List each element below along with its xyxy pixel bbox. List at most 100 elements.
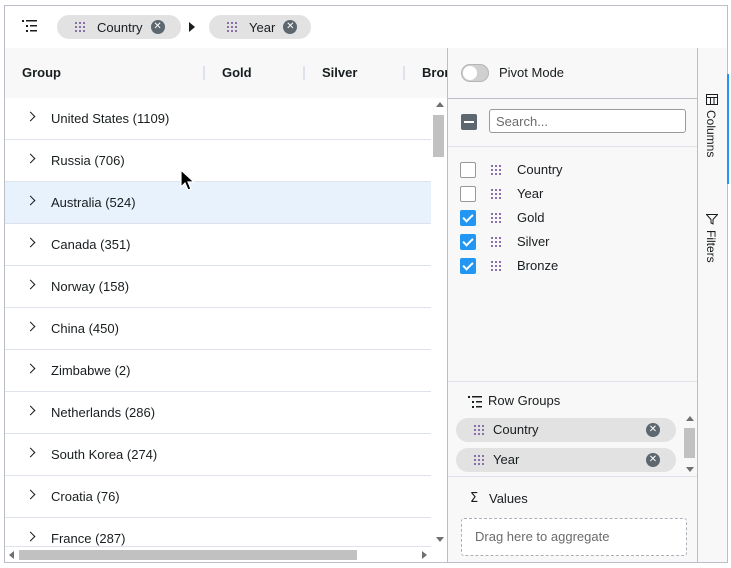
row-groups-section: Row Groups Country ✕ Year ✕	[448, 381, 697, 477]
header-gold[interactable]: Gold	[222, 48, 252, 98]
remove-icon[interactable]: ✕	[646, 453, 660, 467]
drag-handle-icon[interactable]	[491, 165, 503, 175]
chevron-right-icon[interactable]	[25, 237, 36, 248]
chevron-right-icon[interactable]	[25, 405, 36, 416]
row-group-chip-label: Year	[493, 452, 520, 467]
select-all-checkbox[interactable]	[461, 114, 477, 130]
table-row[interactable]: Netherlands (286)	[5, 392, 431, 434]
data-grid: Country ✕ Year ✕ Group Gold Silver Bronz…	[4, 5, 729, 563]
table-row[interactable]: Zimbabwe (2)	[5, 350, 431, 392]
drag-handle-icon[interactable]	[491, 261, 503, 271]
header-resize-handle[interactable]	[403, 66, 405, 80]
table-row[interactable]: Croatia (76)	[5, 476, 431, 518]
column-item-bronze[interactable]: Bronze	[448, 254, 697, 278]
horizontal-scrollbar[interactable]	[5, 546, 431, 562]
scroll-down-icon[interactable]	[436, 537, 444, 542]
scroll-right-icon[interactable]	[422, 551, 427, 559]
pivot-mode-toggle[interactable]	[461, 64, 489, 82]
scroll-thumb[interactable]	[433, 115, 444, 157]
column-label: Silver	[517, 234, 550, 249]
chevron-right-icon[interactable]	[25, 321, 36, 332]
table-row[interactable]: United States (1109)	[5, 98, 431, 140]
remove-icon[interactable]: ✕	[150, 20, 165, 34]
chevron-right-icon[interactable]	[25, 111, 36, 122]
table-row[interactable]: China (450)	[5, 308, 431, 350]
row-group-chip-country[interactable]: Country ✕	[456, 418, 676, 442]
column-checkbox[interactable]	[460, 210, 476, 226]
column-item-silver[interactable]: Silver	[448, 230, 697, 254]
drag-handle-icon[interactable]	[474, 425, 486, 435]
scroll-up-icon[interactable]	[686, 416, 694, 421]
values-title: Values	[489, 491, 528, 506]
scroll-left-icon[interactable]	[9, 551, 14, 559]
row-group-label: Croatia (76)	[51, 489, 120, 504]
column-item-country[interactable]: Country	[448, 158, 697, 182]
column-search-input[interactable]	[489, 109, 686, 133]
chevron-right-icon[interactable]	[25, 489, 36, 500]
drag-handle-icon[interactable]	[474, 455, 486, 465]
vertical-scrollbar[interactable]	[431, 98, 447, 546]
scroll-down-icon[interactable]	[686, 467, 694, 472]
row-group-chip-label: Country	[493, 422, 539, 437]
drag-handle-icon[interactable]	[75, 22, 87, 32]
tab-columns[interactable]: Columns	[698, 74, 729, 184]
chevron-right-icon[interactable]	[25, 153, 36, 164]
table-row[interactable]: France (287)	[5, 518, 431, 546]
chevron-right-icon[interactable]	[25, 531, 36, 542]
drag-handle-icon[interactable]	[491, 237, 503, 247]
header-group[interactable]: Group	[22, 48, 61, 98]
group-chip-country[interactable]: Country ✕	[57, 15, 181, 39]
column-select-header	[448, 98, 697, 147]
group-chip-label: Country	[97, 19, 143, 35]
scroll-up-icon[interactable]	[436, 102, 444, 107]
header-resize-handle[interactable]	[203, 66, 205, 80]
column-checkbox[interactable]	[460, 234, 476, 250]
row-group-label: Australia (524)	[51, 195, 136, 210]
row-group-label: France (287)	[51, 531, 126, 546]
column-item-gold[interactable]: Gold	[448, 206, 697, 230]
pivot-mode-row: Pivot Mode	[448, 48, 697, 99]
chevron-right-icon[interactable]	[25, 363, 36, 374]
scroll-thumb[interactable]	[684, 428, 695, 458]
column-checkbox[interactable]	[460, 186, 476, 202]
column-header-row: Group Gold Silver Bronze	[5, 48, 447, 99]
tab-filters-label: Filters	[704, 230, 718, 263]
group-chip-label: Year	[249, 19, 276, 35]
row-group-icon	[22, 20, 37, 32]
row-group-label: Russia (706)	[51, 153, 125, 168]
row-group-label: Zimbabwe (2)	[51, 363, 131, 378]
sigma-icon: Σ	[470, 491, 479, 506]
table-row[interactable]: Australia (524)	[5, 182, 431, 224]
row-groups-scrollbar[interactable]	[683, 416, 697, 472]
table-row[interactable]: Canada (351)	[5, 224, 431, 266]
row-group-label: China (450)	[51, 321, 119, 336]
row-group-chip-year[interactable]: Year ✕	[456, 448, 676, 472]
filter-icon	[706, 214, 718, 225]
table-row[interactable]: Russia (706)	[5, 140, 431, 182]
row-group-label: Netherlands (286)	[51, 405, 156, 420]
header-bronze[interactable]: Bronze	[422, 48, 447, 98]
chevron-right-icon[interactable]	[25, 447, 36, 458]
group-chip-year[interactable]: Year ✕	[209, 15, 311, 39]
tab-filters[interactable]: Filters	[698, 208, 727, 288]
drag-handle-icon[interactable]	[227, 22, 239, 32]
row-group-label: United States (1109)	[51, 111, 170, 126]
header-resize-handle[interactable]	[303, 66, 305, 80]
row-group-panel: Country ✕ Year ✕	[5, 6, 727, 49]
values-drop-zone[interactable]: Drag here to aggregate	[461, 518, 687, 556]
drag-handle-icon[interactable]	[491, 189, 503, 199]
remove-icon[interactable]: ✕	[646, 423, 660, 437]
drag-handle-icon[interactable]	[491, 213, 503, 223]
column-item-year[interactable]: Year	[448, 182, 697, 206]
table-row[interactable]: South Korea (274)	[5, 434, 431, 476]
row-group-icon	[468, 396, 482, 408]
scroll-thumb[interactable]	[19, 550, 357, 560]
grid-body: United States (1109) Russia (706) Austra…	[5, 98, 431, 546]
remove-icon[interactable]: ✕	[283, 20, 298, 34]
chevron-right-icon[interactable]	[25, 279, 36, 290]
header-silver[interactable]: Silver	[322, 48, 357, 98]
column-checkbox[interactable]	[460, 162, 476, 178]
column-checkbox[interactable]	[460, 258, 476, 274]
chevron-right-icon[interactable]	[25, 195, 36, 206]
table-row[interactable]: Norway (158)	[5, 266, 431, 308]
